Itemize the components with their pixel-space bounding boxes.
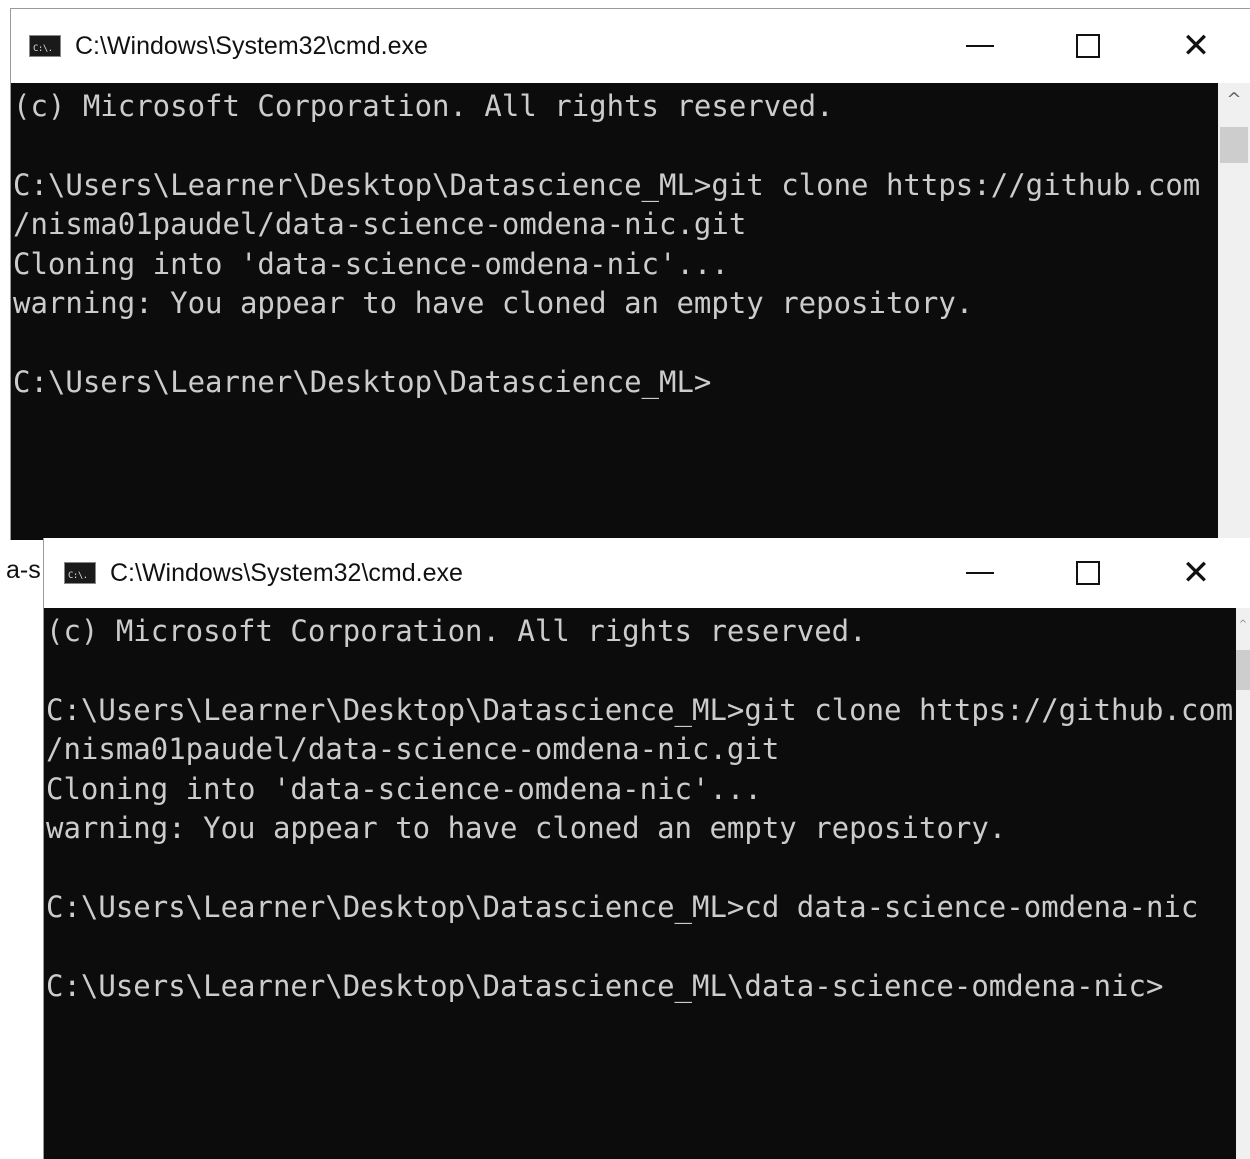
console-prompt-line[interactable]: C:\Users\Learner\Desktop\Datascience_ML\…: [46, 967, 1236, 1006]
close-button[interactable]: ✕: [1142, 9, 1250, 83]
minimize-button[interactable]: [926, 9, 1034, 83]
scroll-thumb[interactable]: [1220, 127, 1248, 163]
scroll-thumb[interactable]: [1236, 650, 1250, 690]
minimize-icon: [966, 45, 994, 47]
close-icon: ✕: [1181, 553, 1211, 593]
desktop-screenshot: a-s C:\. C:\Windows\System32\cmd.exe ✕ (…: [0, 0, 1250, 1159]
console-line: C:\Users\Learner\Desktop\Datascience_ML>…: [46, 889, 1199, 924]
window-controls: ✕: [926, 9, 1250, 83]
scroll-up-icon[interactable]: ^: [1236, 608, 1250, 640]
cmd-window-front[interactable]: C:\. C:\Windows\System32\cmd.exe ✕ (c) M…: [43, 538, 1250, 1159]
close-icon: ✕: [1181, 26, 1211, 66]
minimize-icon: [966, 572, 994, 574]
console-line: Cloning into 'data-science-omdena-nic'..…: [13, 246, 729, 281]
window-controls: ✕: [926, 538, 1250, 608]
console-output[interactable]: (c) Microsoft Corporation. All rights re…: [44, 608, 1236, 1159]
maximize-button[interactable]: [1034, 9, 1142, 83]
background-window-title-fragment: a-s: [6, 556, 41, 584]
maximize-icon: [1076, 561, 1100, 585]
maximize-icon: [1076, 34, 1100, 58]
close-button[interactable]: ✕: [1142, 538, 1250, 608]
console-line: warning: You appear to have cloned an em…: [13, 285, 974, 320]
console-line: C:\Users\Learner\Desktop\Datascience_ML>…: [13, 167, 1201, 202]
console-line: C:\Users\Learner\Desktop\Datascience_ML>…: [46, 692, 1234, 727]
cmd-window-back[interactable]: C:\. C:\Windows\System32\cmd.exe ✕ (c) M…: [10, 8, 1250, 540]
cmd-icon-label: C:\.: [68, 571, 88, 581]
console-output[interactable]: (c) Microsoft Corporation. All rights re…: [11, 83, 1218, 540]
cmd-icon-label: C:\.: [33, 44, 53, 54]
window-title: C:\Windows\System32\cmd.exe: [110, 558, 463, 587]
console-line: warning: You appear to have cloned an em…: [46, 810, 1007, 845]
console-line: (c) Microsoft Corporation. All rights re…: [46, 614, 867, 648]
window-title: C:\Windows\System32\cmd.exe: [75, 31, 428, 60]
scroll-up-icon[interactable]: ^: [1218, 83, 1250, 115]
title-bar[interactable]: C:\. C:\Windows\System32\cmd.exe ✕: [11, 9, 1250, 83]
console-line: /nisma01paudel/data-science-omdena-nic.g…: [46, 732, 780, 767]
console-prompt-line[interactable]: C:\Users\Learner\Desktop\Datascience_ML>: [13, 363, 1218, 402]
minimize-button[interactable]: [926, 538, 1034, 608]
console-line: /nisma01paudel/data-science-omdena-nic.g…: [13, 207, 747, 242]
title-bar[interactable]: C:\. C:\Windows\System32\cmd.exe ✕: [44, 538, 1250, 608]
vertical-scrollbar[interactable]: ^: [1236, 608, 1250, 1159]
console-line: (c) Microsoft Corporation. All rights re…: [13, 89, 834, 123]
console-line: Cloning into 'data-science-omdena-nic'..…: [46, 771, 762, 806]
cmd-icon: C:\.: [29, 35, 61, 57]
maximize-button[interactable]: [1034, 538, 1142, 608]
cmd-icon: C:\.: [64, 562, 96, 584]
vertical-scrollbar[interactable]: ^: [1218, 83, 1250, 540]
